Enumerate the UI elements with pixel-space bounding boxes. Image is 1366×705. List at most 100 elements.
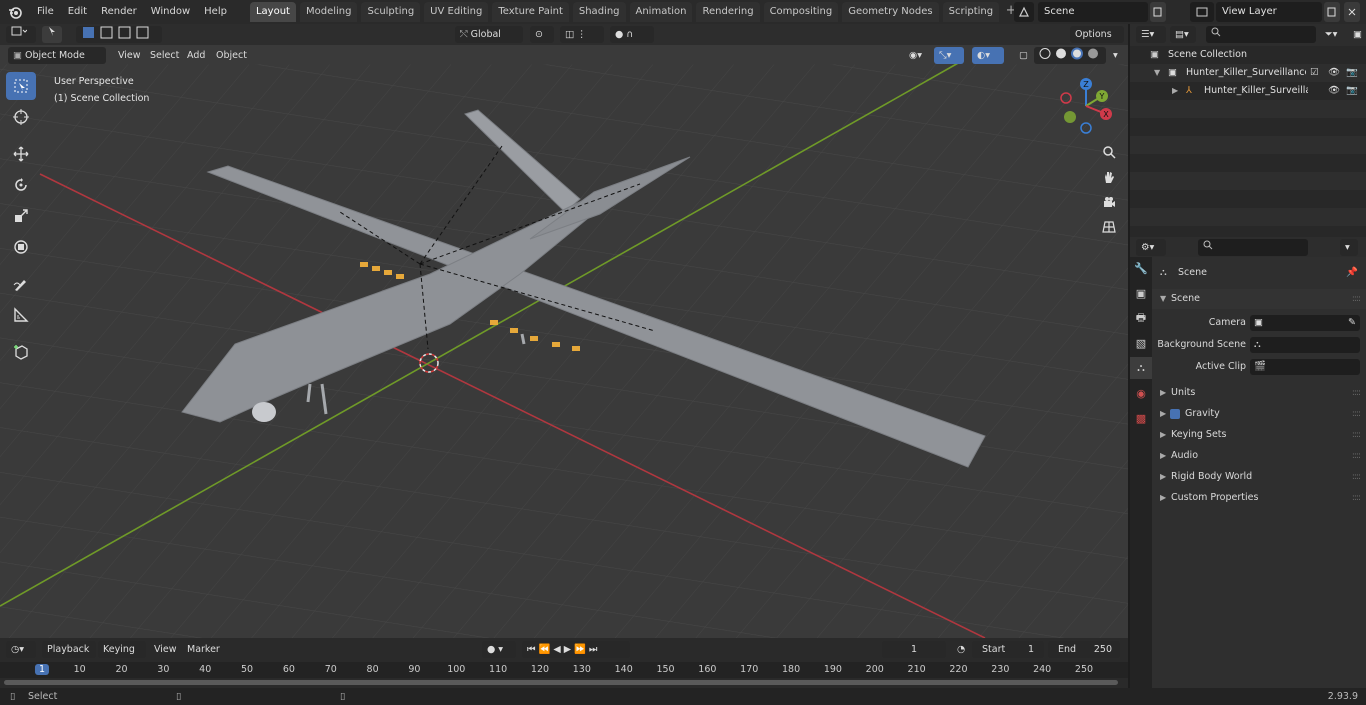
world-tab-icon[interactable]: ◉	[1130, 382, 1152, 404]
display-mode-icon[interactable]: ▤▾	[1170, 26, 1196, 43]
start-frame-field[interactable]: Start 1	[972, 641, 1044, 658]
tab-texture-paint[interactable]: Texture Paint	[492, 2, 569, 22]
frame-ruler[interactable]: 1 10 20 30 40 50 60 70 80 90 100 110 120 130 140 150 160…	[0, 662, 1128, 678]
view-layer-selector[interactable]: View Layer	[1216, 2, 1322, 22]
properties-search-input[interactable]	[1198, 239, 1308, 256]
menu-render[interactable]: Render	[94, 2, 144, 22]
add-menu[interactable]: Add	[187, 47, 205, 64]
new-collection-icon[interactable]: ▣	[1348, 26, 1364, 43]
background-scene-field[interactable]: ⛬	[1250, 337, 1360, 353]
options-dropdown[interactable]: Options	[1070, 26, 1124, 43]
pin-icon[interactable]: 📌	[1346, 263, 1358, 283]
editor-type-icon[interactable]	[6, 26, 36, 43]
timeline-view-menu[interactable]: View	[154, 641, 177, 658]
expand-chevron-icon[interactable]: ▶	[1160, 425, 1166, 445]
new-scene-icon[interactable]	[1150, 2, 1166, 22]
tweak-tool-icon[interactable]	[42, 26, 62, 43]
expand-chevron-icon[interactable]: ▶	[1160, 488, 1166, 508]
record-icon[interactable]: ● ▾	[482, 641, 516, 658]
eyedropper-icon[interactable]: ✎	[1348, 313, 1356, 333]
select-menu[interactable]: Select	[150, 47, 179, 64]
view-menu[interactable]: View	[118, 47, 141, 64]
texture-tab-icon[interactable]: ▩	[1130, 407, 1152, 429]
tab-animation[interactable]: Animation	[629, 2, 693, 22]
output-tab-icon[interactable]: 🖶	[1130, 307, 1152, 329]
camera-field[interactable]: ▣ ✎	[1250, 315, 1360, 331]
playback-controls[interactable]: ⏮ ⏪ ◀ ▶ ⏩ ⏭	[522, 641, 630, 658]
menu-window[interactable]: Window	[144, 2, 197, 22]
tab-rendering[interactable]: Rendering	[696, 2, 760, 22]
end-frame-field[interactable]: End 250	[1048, 641, 1120, 658]
tab-compositing[interactable]: Compositing	[763, 2, 839, 22]
tab-geometry-nodes[interactable]: Geometry Nodes	[842, 2, 939, 22]
blender-logo-icon[interactable]	[0, 0, 30, 24]
panel-gravity[interactable]: ▶ Gravity::::	[1152, 404, 1366, 424]
view-layer-icon[interactable]	[1190, 2, 1214, 22]
render-tab-icon[interactable]: ▣	[1130, 282, 1152, 304]
gravity-checkbox[interactable]	[1170, 409, 1180, 419]
expand-chevron-icon[interactable]: ▶	[1172, 82, 1178, 100]
eye-icon[interactable]: 👁	[1328, 82, 1340, 100]
visibility-icon[interactable]: ◉▾	[904, 47, 930, 64]
expand-chevron-icon[interactable]: ▶	[1160, 467, 1166, 487]
scene-panel-header[interactable]: ▼ Scene ::::	[1152, 289, 1366, 309]
shading-mode-icons[interactable]	[1034, 47, 1106, 64]
proportional-edit-icon[interactable]: ● ∩	[610, 26, 654, 43]
xray-icon[interactable]: ▢	[1014, 47, 1030, 64]
drag-handle-icon[interactable]: ::::	[1352, 446, 1361, 466]
camera-render-icon[interactable]: 📷	[1346, 82, 1358, 100]
shading-options-icon[interactable]: ▾	[1108, 47, 1124, 64]
panel-units[interactable]: ▶ Units::::	[1152, 383, 1366, 403]
remove-view-layer-icon[interactable]	[1344, 2, 1360, 22]
expand-chevron-icon[interactable]: ▼	[1154, 64, 1160, 82]
properties-editor-type-icon[interactable]: ⚙▾	[1136, 239, 1166, 256]
expand-chevron-icon[interactable]: ▶	[1160, 404, 1166, 424]
eye-icon[interactable]: 👁	[1328, 64, 1340, 82]
snap-icon[interactable]: ◫ ⋮	[560, 26, 604, 43]
new-view-layer-icon[interactable]	[1324, 2, 1340, 22]
menu-edit[interactable]: Edit	[61, 2, 94, 22]
drag-handle-icon[interactable]: ::::	[1352, 488, 1361, 508]
outliner-scene-collection[interactable]: ▣ Scene Collection	[1130, 46, 1366, 64]
stopwatch-icon[interactable]: ◔	[952, 641, 970, 658]
navigation-gizmo[interactable]: Z Y X	[1054, 74, 1118, 138]
annotate-icon[interactable]	[6, 270, 36, 298]
panel-rigid-body-world[interactable]: ▶ Rigid Body World::::	[1152, 467, 1366, 487]
tab-modeling[interactable]: Modeling	[299, 2, 358, 22]
panel-keying-sets[interactable]: ▶ Keying Sets::::	[1152, 425, 1366, 445]
3d-viewport[interactable]: User Perspective (1) Scene Collection Z …	[0, 24, 1128, 638]
pan-hand-icon[interactable]	[1098, 166, 1120, 188]
scene-tab-icon[interactable]: ⛬	[1130, 357, 1152, 379]
tab-uv-editing[interactable]: UV Editing	[424, 2, 489, 22]
tool-tab-icon[interactable]: 🔧	[1130, 257, 1152, 279]
select-box-icon[interactable]	[6, 72, 36, 100]
tab-scripting[interactable]: Scripting	[942, 2, 1000, 22]
panel-audio[interactable]: ▶ Audio::::	[1152, 446, 1366, 466]
scene-icon[interactable]	[1014, 2, 1034, 22]
menu-file[interactable]: File	[30, 2, 61, 22]
timeline-editor-type-icon[interactable]: ◷▾	[6, 641, 36, 658]
tab-sculpting[interactable]: Sculpting	[361, 2, 421, 22]
camera-render-icon[interactable]: 📷	[1346, 64, 1358, 82]
gizmo-toggle-icon[interactable]: ⤡▾	[934, 47, 964, 64]
add-cube-icon[interactable]	[6, 338, 36, 366]
outliner-search-input[interactable]	[1206, 26, 1316, 43]
selection-mode-icons[interactable]	[76, 26, 162, 43]
outliner-object-row[interactable]: ▶ ⅄ Hunter_Killer_Surveillanc 👁 📷	[1130, 82, 1366, 100]
drag-handle-icon[interactable]: ::::	[1352, 383, 1361, 403]
move-icon[interactable]	[6, 140, 36, 168]
transform-icon[interactable]	[6, 233, 36, 261]
rotate-icon[interactable]	[6, 171, 36, 199]
object-menu[interactable]: Object	[216, 47, 247, 64]
grid-view-icon[interactable]	[1098, 216, 1120, 238]
active-clip-field[interactable]: 🎬	[1250, 359, 1360, 375]
drag-handle-icon[interactable]: ::::	[1352, 467, 1361, 487]
scale-icon[interactable]	[6, 202, 36, 230]
properties-options-icon[interactable]: ▾	[1340, 239, 1358, 256]
checkbox-icon[interactable]: ☑	[1310, 64, 1319, 82]
scene-selector[interactable]: Scene	[1038, 2, 1148, 22]
object-mode-dropdown[interactable]: ▣ Object Mode	[8, 47, 106, 64]
measure-icon[interactable]	[6, 301, 36, 329]
filter-icon[interactable]: ⏷▾	[1320, 26, 1346, 43]
view-layer-tab-icon[interactable]: ▧	[1130, 332, 1152, 354]
